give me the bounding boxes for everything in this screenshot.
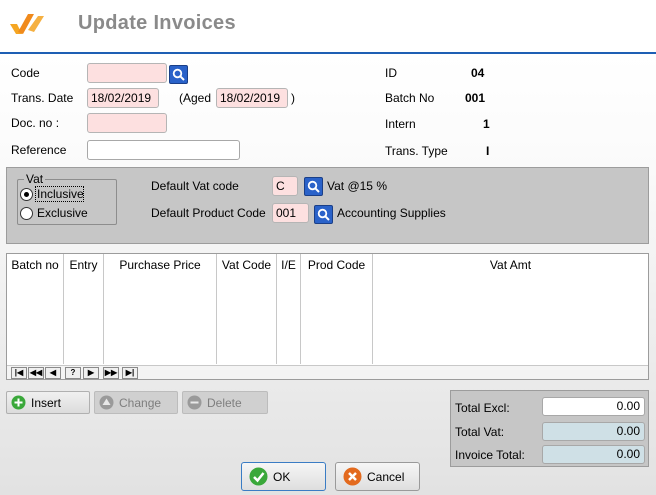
trans-date-input[interactable]: 18/02/2019	[87, 88, 159, 108]
search-icon	[307, 180, 320, 193]
checkmark-circle-icon	[249, 467, 268, 486]
plus-circle-icon	[11, 395, 26, 410]
total-excl-label: Total Excl:	[455, 401, 510, 415]
id-label: ID	[385, 66, 397, 80]
default-product-code-label: Default Product Code	[151, 206, 266, 220]
default-vat-code-label: Default Vat code	[151, 179, 239, 193]
aged-close-paren: )	[291, 91, 295, 105]
column-header[interactable]: Batch no	[7, 254, 64, 364]
total-vat-label: Total Vat:	[455, 425, 505, 439]
column-header[interactable]: Entry	[64, 254, 104, 364]
reference-input[interactable]	[87, 140, 240, 160]
app-logo-icon	[10, 14, 44, 34]
change-button[interactable]: Change	[94, 391, 178, 414]
title-bar: Update Invoices	[0, 0, 656, 52]
vat-group-title: Vat	[24, 172, 46, 186]
column-header[interactable]: I/E	[277, 254, 301, 364]
column-header-label: I/E	[281, 258, 296, 272]
column-header[interactable]: Vat Code	[217, 254, 277, 364]
intern-label: Intern	[385, 117, 416, 131]
inclusive-radio[interactable]	[20, 188, 33, 201]
column-header[interactable]: Prod Code	[301, 254, 373, 364]
next-page-button[interactable]: ▶▶	[103, 367, 119, 379]
search-record-button[interactable]: ?	[65, 367, 81, 379]
default-vat-code-input[interactable]: C	[272, 176, 298, 196]
product-description: Accounting Supplies	[337, 206, 446, 220]
last-record-button[interactable]: ▶|	[122, 367, 138, 379]
inclusive-label[interactable]: Inclusive	[37, 187, 84, 201]
first-record-button[interactable]: |◀	[11, 367, 27, 379]
prior-record-button[interactable]: ◀	[45, 367, 61, 379]
code-label: Code	[11, 66, 40, 80]
exclusive-radio[interactable]	[20, 207, 33, 220]
column-header[interactable]: Purchase Price	[104, 254, 217, 364]
column-header-label: Batch no	[11, 258, 59, 272]
doc-no-input[interactable]	[87, 113, 167, 133]
trans-date-label: Trans. Date	[11, 91, 74, 105]
column-header-label: Entry	[69, 258, 98, 272]
invoice-total-label: Invoice Total:	[455, 448, 525, 462]
total-vat-field: 0.00	[542, 422, 645, 441]
batch-no-value: 001	[465, 91, 486, 105]
column-header-label: Purchase Price	[119, 258, 201, 272]
product-code-search-button[interactable]	[314, 205, 333, 224]
intern-value: 1	[483, 117, 490, 131]
cancel-button[interactable]: Cancel	[335, 462, 420, 491]
exclusive-label[interactable]: Exclusive	[37, 206, 88, 220]
column-header-label: Vat Amt	[489, 258, 532, 272]
default-product-code-input[interactable]: 001	[272, 203, 309, 223]
column-header-label: Vat Code	[221, 258, 272, 272]
aged-label: (Aged	[179, 91, 212, 105]
total-excl-field[interactable]: 0.00	[542, 397, 645, 416]
vat-description: Vat @15 %	[327, 179, 387, 193]
column-header[interactable]: Vat Amt	[373, 254, 648, 364]
trans-type-value: I	[486, 144, 490, 158]
aged-date-input[interactable]: 18/02/2019	[216, 88, 288, 108]
search-icon	[172, 68, 185, 81]
batch-no-label: Batch No	[385, 91, 435, 105]
invoice-lines-grid[interactable]: Batch no Entry Purchase Price Vat Code I…	[6, 253, 649, 380]
ok-label: OK	[273, 470, 291, 484]
change-label: Change	[119, 396, 162, 410]
column-header-label: Prod Code	[307, 258, 366, 272]
trans-type-label: Trans. Type	[385, 144, 448, 158]
insert-button[interactable]: Insert	[6, 391, 90, 414]
ok-button[interactable]: OK	[241, 462, 326, 491]
code-search-button[interactable]	[169, 65, 188, 84]
totals-panel: Total Excl: 0.00 Total Vat: 0.00 Invoice…	[450, 390, 649, 467]
vat-group: Vat Inclusive Exclusive	[17, 172, 117, 225]
next-record-button[interactable]: ▶	[83, 367, 99, 379]
invoice-total-field: 0.00	[542, 445, 645, 464]
close-circle-icon	[343, 467, 362, 486]
grid-navigator: |◀ ◀◀ ◀ ? ▶ ▶▶ ▶|	[7, 365, 648, 379]
doc-no-label: Doc. no :	[11, 116, 60, 130]
cancel-label: Cancel	[367, 470, 405, 484]
window-title: Update Invoices	[78, 12, 236, 34]
up-arrow-circle-icon	[99, 395, 114, 410]
reference-label: Reference	[11, 143, 67, 157]
vat-code-search-button[interactable]	[304, 177, 323, 196]
insert-label: Insert	[31, 396, 62, 410]
id-value: 04	[471, 66, 485, 80]
code-input[interactable]	[87, 63, 167, 83]
vat-panel: Vat Inclusive Exclusive Default Vat code…	[6, 167, 649, 244]
minus-circle-icon	[187, 395, 202, 410]
delete-button[interactable]: Delete	[182, 391, 268, 414]
prior-page-button[interactable]: ◀◀	[28, 367, 44, 379]
delete-label: Delete	[207, 396, 242, 410]
search-icon	[317, 208, 330, 221]
